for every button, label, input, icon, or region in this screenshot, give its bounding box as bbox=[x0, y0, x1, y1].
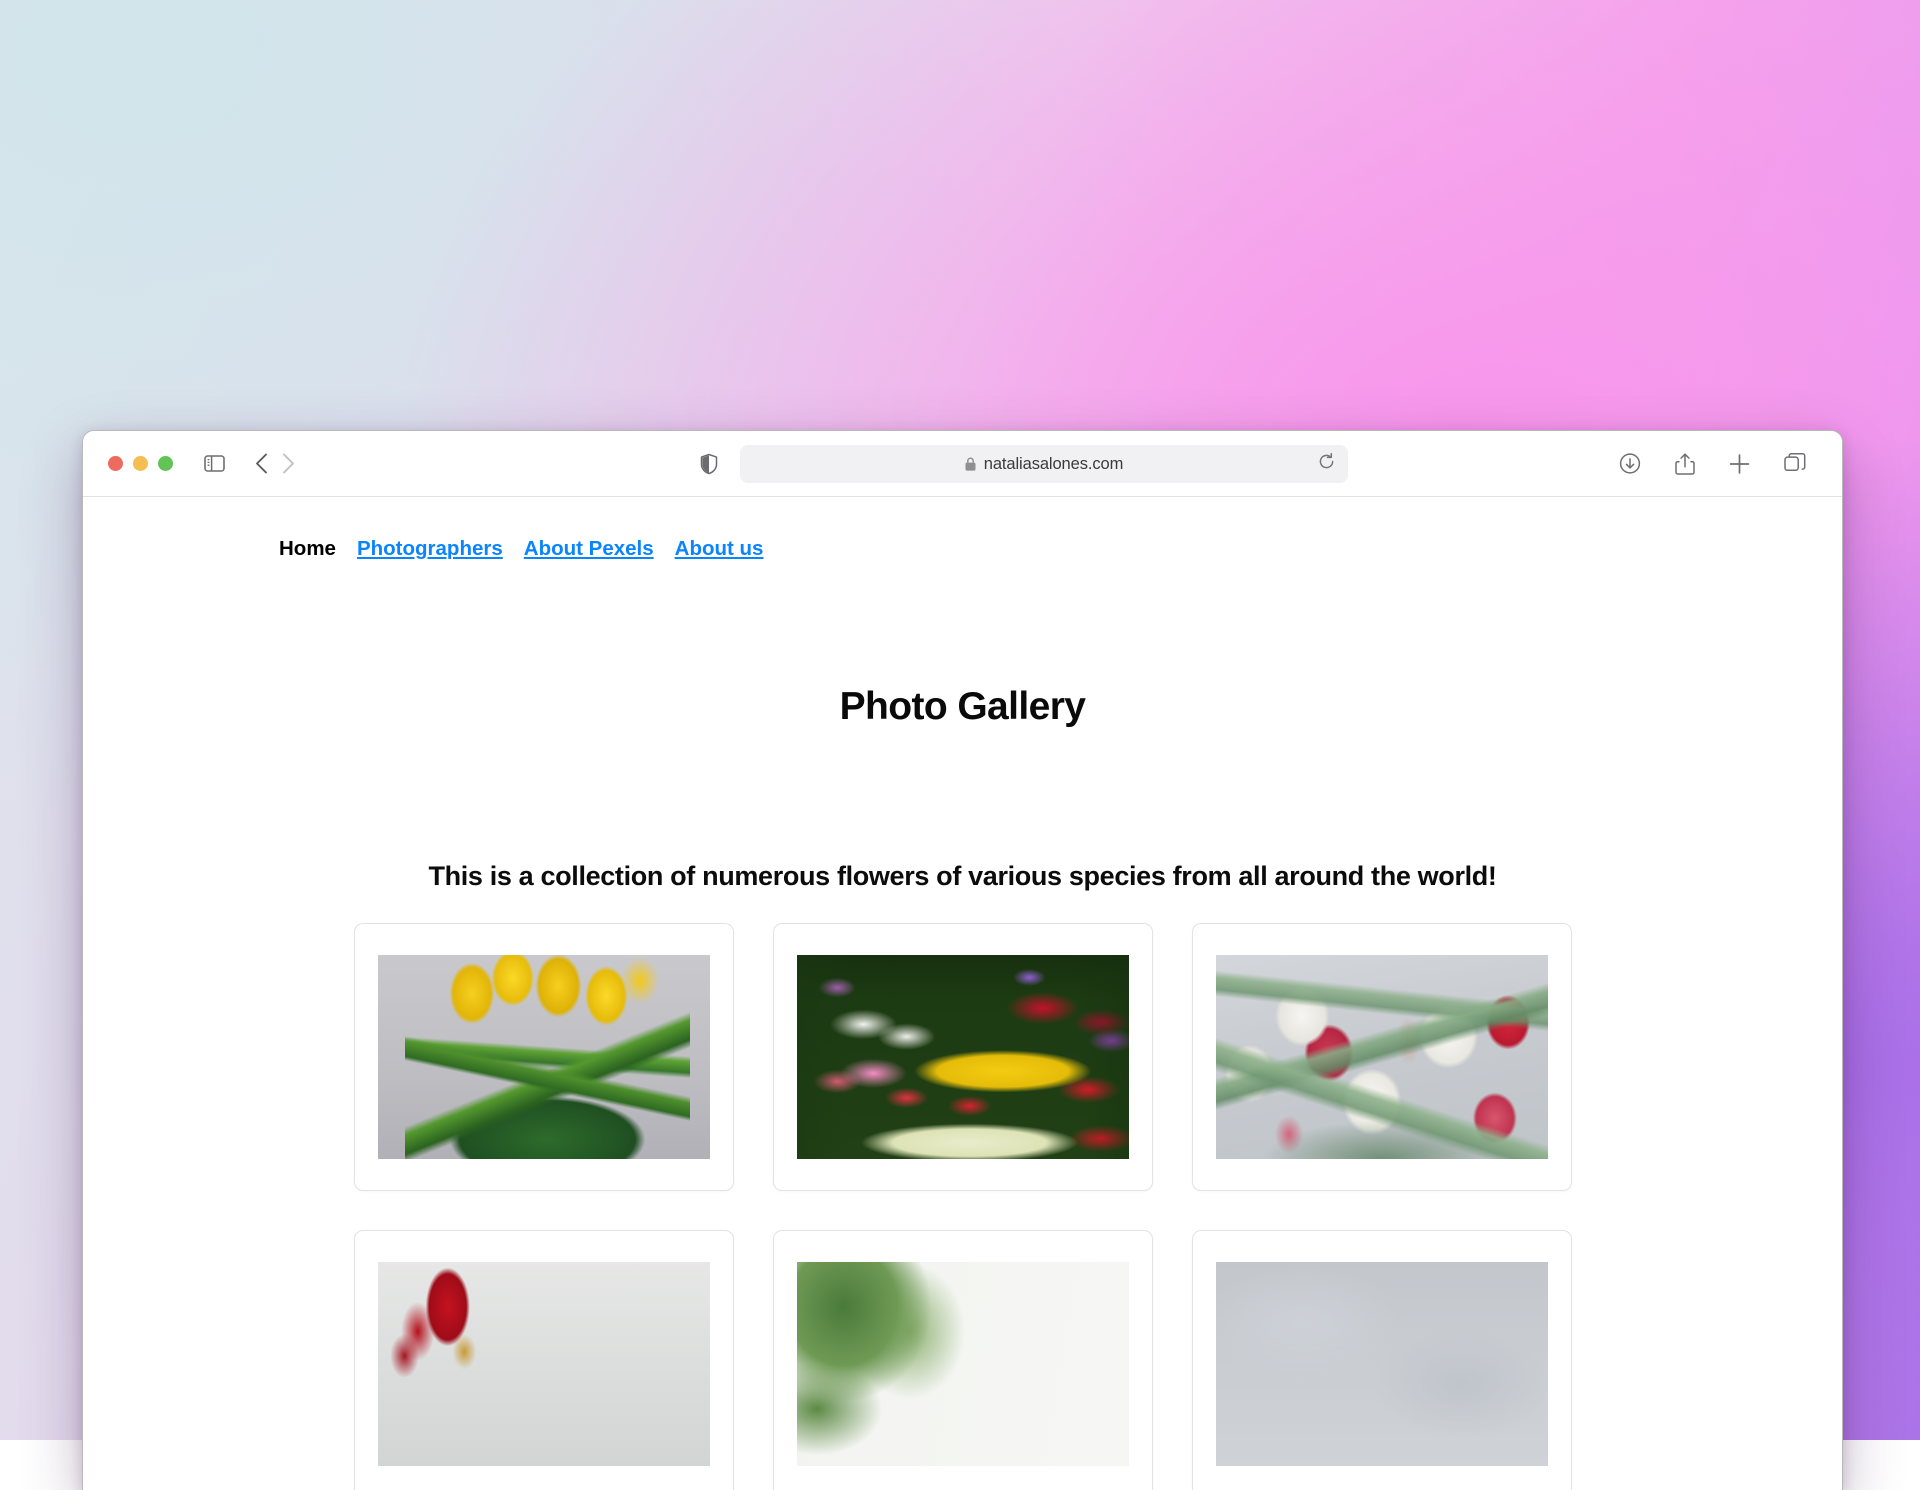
sidebar-icon[interactable] bbox=[204, 455, 225, 472]
browser-window: nataliasalones.com bbox=[82, 430, 1843, 1490]
nav-item-photographers[interactable]: Photographers bbox=[357, 537, 503, 561]
photo-card[interactable] bbox=[354, 1230, 734, 1490]
maximize-button[interactable] bbox=[158, 456, 173, 471]
photo-image[interactable] bbox=[797, 955, 1129, 1159]
address-bar[interactable]: nataliasalones.com bbox=[740, 445, 1348, 483]
photo-card[interactable] bbox=[354, 923, 734, 1191]
lock-icon bbox=[965, 457, 976, 471]
photo-card[interactable] bbox=[1192, 1230, 1572, 1490]
photo-card[interactable] bbox=[773, 923, 1153, 1191]
minimize-button[interactable] bbox=[133, 456, 148, 471]
browser-toolbar: nataliasalones.com bbox=[83, 431, 1842, 497]
url-field[interactable]: nataliasalones.com bbox=[740, 445, 1348, 483]
nav-item-about-us[interactable]: About us bbox=[675, 537, 764, 561]
share-icon[interactable] bbox=[1675, 452, 1695, 475]
back-chevron-icon[interactable] bbox=[255, 453, 268, 474]
page-subtitle: This is a collection of numerous flowers… bbox=[83, 861, 1842, 892]
tab-overview-icon[interactable] bbox=[1784, 453, 1806, 475]
page-content: Home Photographers About Pexels About us… bbox=[83, 497, 1842, 1490]
forward-chevron-icon[interactable] bbox=[282, 453, 295, 474]
window-controls bbox=[108, 456, 173, 471]
photo-image[interactable] bbox=[1216, 1262, 1548, 1466]
photo-card[interactable] bbox=[1192, 923, 1572, 1191]
downloads-icon[interactable] bbox=[1619, 453, 1641, 475]
photo-card[interactable] bbox=[773, 1230, 1153, 1490]
photo-image[interactable] bbox=[378, 955, 710, 1159]
toolbar-right-actions bbox=[1619, 452, 1806, 475]
page-title: Photo Gallery bbox=[83, 685, 1842, 729]
photo-image[interactable] bbox=[1216, 955, 1548, 1159]
photo-image[interactable] bbox=[378, 1262, 710, 1466]
url-text: nataliasalones.com bbox=[984, 455, 1123, 474]
photo-image[interactable] bbox=[797, 1262, 1129, 1466]
reload-icon[interactable] bbox=[1318, 453, 1335, 476]
photo-grid bbox=[354, 923, 1572, 1490]
privacy-shield-icon[interactable] bbox=[700, 453, 718, 474]
nav-item-home[interactable]: Home bbox=[279, 537, 336, 561]
nav-item-about-pexels[interactable]: About Pexels bbox=[524, 537, 654, 561]
site-navigation: Home Photographers About Pexels About us bbox=[279, 537, 763, 561]
close-button[interactable] bbox=[108, 456, 123, 471]
plus-icon[interactable] bbox=[1729, 453, 1750, 474]
